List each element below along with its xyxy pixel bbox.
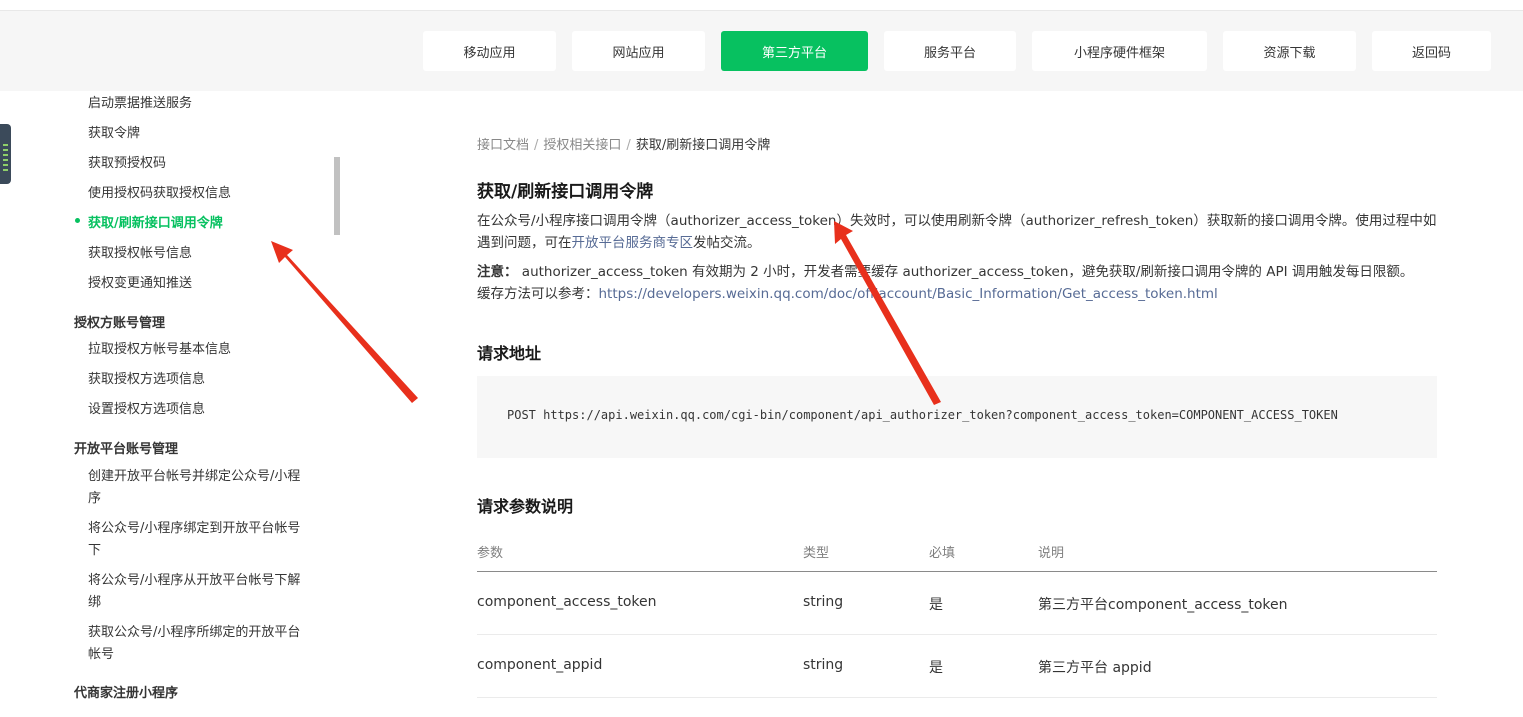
sidebar-scrollbar[interactable]: [334, 157, 340, 235]
intro-text-end: 发帖交流。: [693, 235, 761, 251]
request-url-code: POST https://api.weixin.qq.com/cgi-bin/c…: [507, 408, 1338, 422]
table-cell-description-link[interactable]: 第三方平台component_access_token: [1038, 594, 1288, 614]
table-cell-param: component_access_token: [477, 594, 657, 610]
sidebar-item-ticket-push[interactable]: 启动票据推送服务: [88, 94, 308, 114]
sidebar-group-open-platform-account[interactable]: 开放平台账号管理: [74, 440, 178, 460]
breadcrumb: 接口文档 / 授权相关接口 / 获取/刷新接口调用令牌: [477, 134, 770, 153]
nav-mobile-app[interactable]: 移动应用: [423, 31, 556, 71]
nav-service-platform[interactable]: 服务平台: [884, 31, 1016, 71]
service-provider-zone-link[interactable]: 开放平台服务商专区: [572, 235, 694, 251]
sidebar-item-get-authorizer-option[interactable]: 获取授权方选项信息: [88, 370, 308, 390]
table-cell-required: 是: [929, 597, 943, 613]
table-header-param: 参数: [477, 546, 504, 561]
table-cell-required: 是: [929, 660, 943, 676]
sidebar-item-auth-info[interactable]: 使用授权码获取授权信息: [88, 184, 308, 204]
access-token-doc-link[interactable]: https://developers.weixin.qq.com/doc/off…: [599, 286, 1218, 302]
sidebar-item-bind-to-open-account[interactable]: 将公众号/小程序绑定到开放平台帐号下: [88, 518, 310, 562]
nav-third-party-platform[interactable]: 第三方平台: [721, 31, 868, 71]
note-text: authorizer_access_token 有效期为 2 小时，开发者需要缓…: [517, 264, 1414, 280]
section-request-params: 请求参数说明: [477, 497, 574, 516]
note-label: 注意：: [477, 264, 518, 280]
sidebar-item-get-token[interactable]: 获取令牌: [88, 124, 308, 144]
top-divider: [0, 10, 1523, 11]
table-cell-type: string: [803, 657, 844, 673]
sidebar-group-register-miniprogram[interactable]: 代商家注册小程序: [74, 684, 178, 704]
sidebar-item-set-authorizer-option[interactable]: 设置授权方选项信息: [88, 400, 308, 420]
code-block: POST https://api.weixin.qq.com/cgi-bin/c…: [477, 376, 1437, 458]
nav-miniprogram-hardware[interactable]: 小程序硬件框架: [1032, 31, 1207, 71]
breadcrumb-current: 获取/刷新接口调用令牌: [635, 138, 771, 153]
sidebar-item-get-open-account[interactable]: 获取公众号/小程序所绑定的开放平台帐号: [88, 622, 310, 666]
table-header-description: 说明: [1038, 546, 1065, 561]
active-indicator-dot: [75, 218, 80, 223]
note-paragraph: 注意： authorizer_access_token 有效期为 2 小时，开发…: [477, 261, 1437, 305]
sidebar-item-create-open-account[interactable]: 创建开放平台帐号并绑定公众号/小程序: [88, 466, 310, 510]
table-row-divider: [477, 634, 1437, 635]
sidebar-item-unbind-from-open-account[interactable]: 将公众号/小程序从开放平台帐号下解绑: [88, 570, 310, 614]
table-row-divider: [477, 697, 1437, 698]
nav-resource-download[interactable]: 资源下载: [1223, 31, 1356, 71]
sidebar-item-authorizer-basic-info[interactable]: 拉取授权方帐号基本信息: [88, 340, 308, 360]
nav-return-codes[interactable]: 返回码: [1372, 31, 1491, 71]
table-cell-type: string: [803, 594, 844, 610]
table-cell-description: 第三方平台 appid: [1038, 660, 1152, 676]
table-header-type: 类型: [803, 546, 830, 561]
sidebar-item-refresh-token[interactable]: 获取/刷新接口调用令牌: [88, 214, 308, 234]
breadcrumb-link-docs[interactable]: 接口文档: [477, 138, 529, 153]
table-header-required: 必填: [929, 546, 956, 561]
breadcrumb-separator: /: [534, 138, 539, 153]
breadcrumb-link-auth[interactable]: 授权相关接口: [543, 138, 621, 153]
cache-text: 缓存方法可以参考：: [477, 286, 599, 302]
sidebar-item-account-info[interactable]: 获取授权帐号信息: [88, 244, 308, 264]
page-title: 获取/刷新接口调用令牌: [477, 182, 654, 202]
intro-paragraph: 在公众号/小程序接口调用令牌（authorizer_access_token）失…: [477, 210, 1437, 254]
nav-website-app[interactable]: 网站应用: [572, 31, 705, 71]
table-header-divider: [477, 571, 1437, 572]
breadcrumb-separator: /: [626, 138, 631, 153]
sidebar-item-auth-change-push[interactable]: 授权变更通知推送: [88, 274, 308, 294]
edge-widget[interactable]: [0, 124, 11, 184]
table-cell-param: component_appid: [477, 657, 603, 673]
sidebar-group-authorizer-account[interactable]: 授权方账号管理: [74, 314, 165, 334]
sidebar-item-preauth-code[interactable]: 获取预授权码: [88, 154, 308, 174]
section-request-url: 请求地址: [477, 344, 542, 363]
